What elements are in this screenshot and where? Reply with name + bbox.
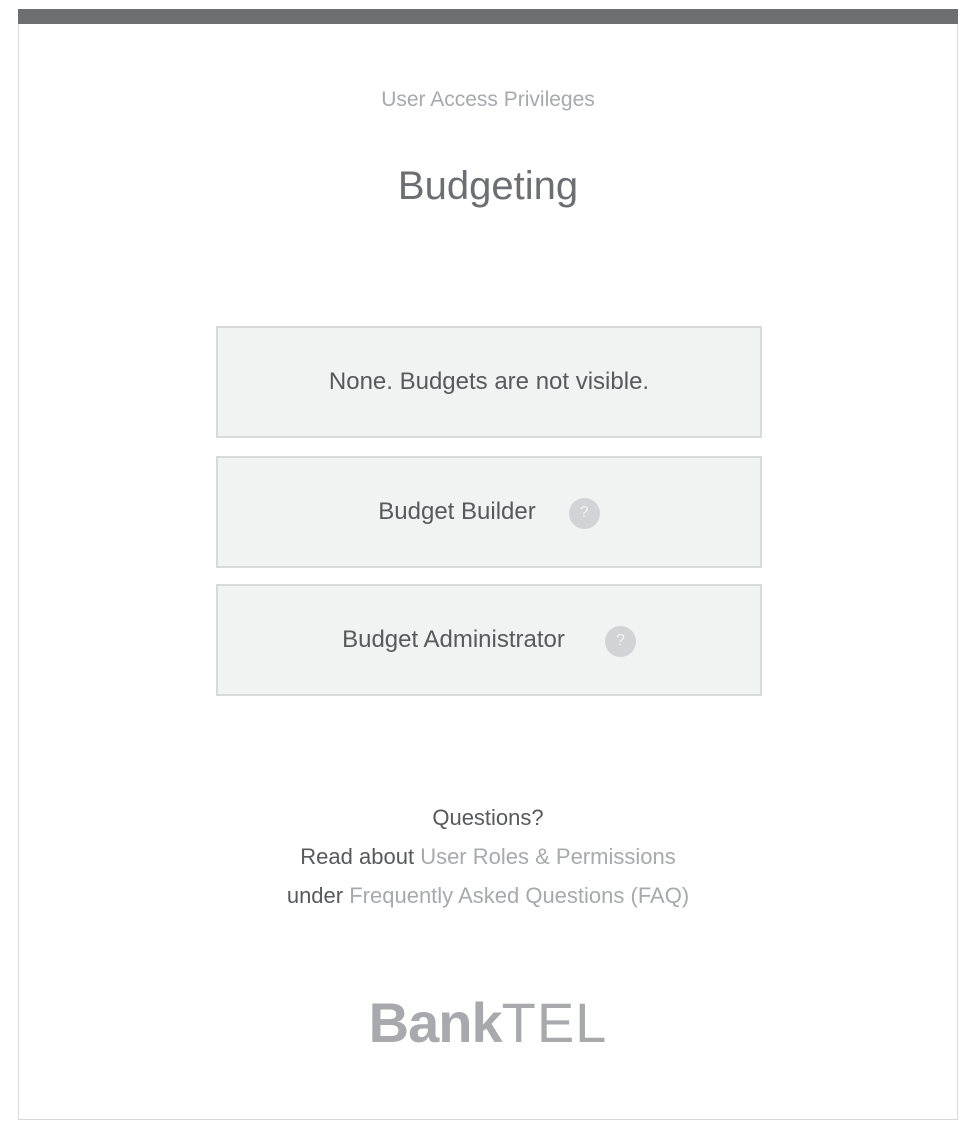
option-none-label: None. Budgets are not visible. bbox=[328, 368, 650, 395]
help-line-roles: Read about User Roles & Permissions bbox=[19, 837, 957, 876]
logo-tel: TEL bbox=[501, 991, 608, 1054]
help-heading: Questions? bbox=[432, 805, 544, 830]
option-budget-administrator-label: Budget Administrator bbox=[342, 626, 565, 653]
option-budget-administrator[interactable]: Budget Administrator ? bbox=[216, 584, 762, 696]
user-roles-permissions-link[interactable]: User Roles & Permissions bbox=[420, 844, 676, 869]
question-icon[interactable]: ? bbox=[568, 497, 600, 529]
option-none[interactable]: None. Budgets are not visible. bbox=[216, 326, 762, 438]
faq-link[interactable]: Frequently Asked Questions (FAQ) bbox=[349, 883, 689, 908]
option-budget-builder-label: Budget Builder bbox=[378, 498, 536, 525]
top-accent-bar bbox=[18, 9, 958, 24]
help-line-roles-prefix: Read about bbox=[300, 844, 415, 869]
help-section: Questions? Read about User Roles & Permi… bbox=[19, 798, 957, 915]
help-line-faq-prefix: under bbox=[286, 883, 344, 908]
access-privileges-panel: User Access Privileges Budgeting None. B… bbox=[18, 9, 958, 1120]
logo-bank: Bank bbox=[368, 991, 503, 1054]
help-line-faq: under Frequently Asked Questions (FAQ) bbox=[19, 876, 957, 915]
banktel-logo: BankTEL bbox=[19, 990, 957, 1055]
question-icon[interactable]: ? bbox=[604, 625, 636, 657]
option-budget-builder[interactable]: Budget Builder ? bbox=[216, 456, 762, 568]
page-title: Budgeting bbox=[397, 164, 579, 208]
page-subtitle: User Access Privileges bbox=[381, 88, 595, 111]
